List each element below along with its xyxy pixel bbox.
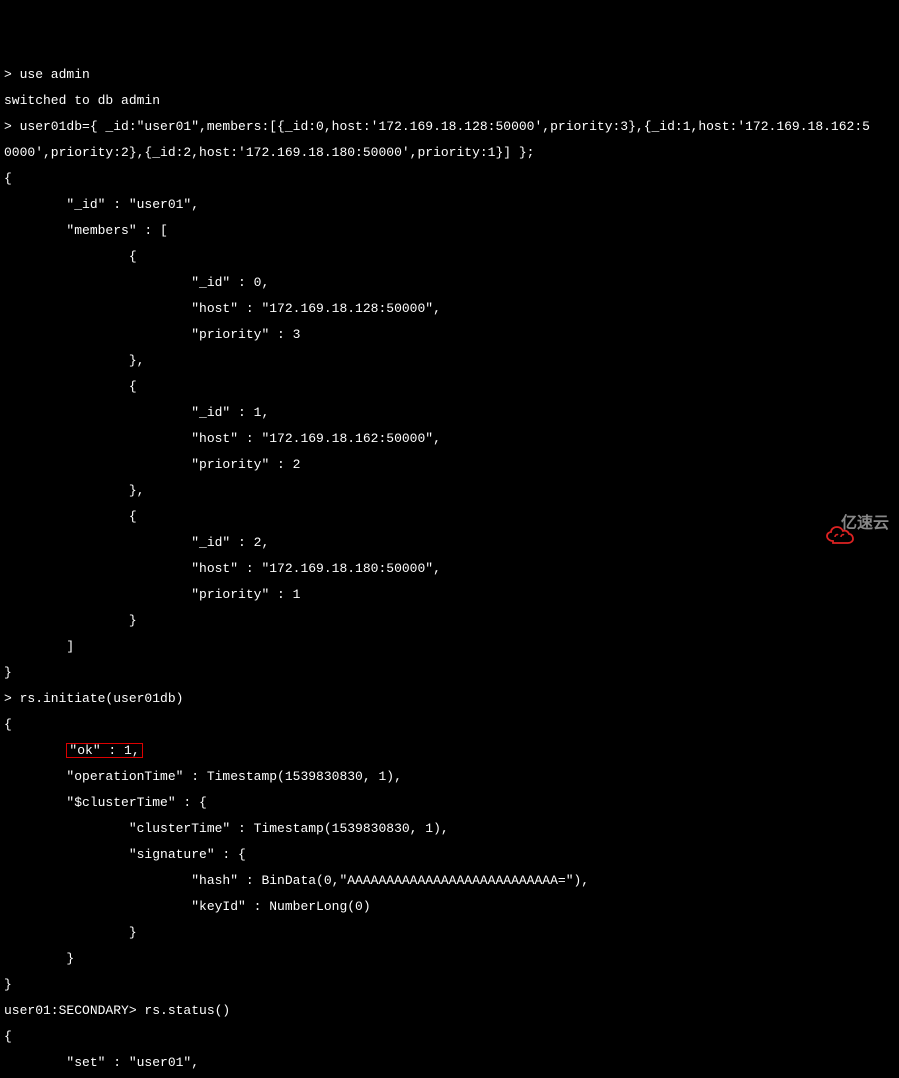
terminal-line: "keyId" : NumberLong(0) xyxy=(4,900,895,913)
terminal-line: > user01db={ _id:"user01",members:[{_id:… xyxy=(4,120,895,133)
terminal-line: { xyxy=(4,380,895,393)
terminal-line: "priority" : 1 xyxy=(4,588,895,601)
highlight-prefix xyxy=(4,743,66,758)
terminal-line: { xyxy=(4,718,895,731)
terminal-line: "_id" : 0, xyxy=(4,276,895,289)
terminal-line: "host" : "172.169.18.162:50000", xyxy=(4,432,895,445)
terminal-line: } xyxy=(4,666,895,679)
terminal-line: "operationTime" : Timestamp(1539830830, … xyxy=(4,770,895,783)
terminal-line: } xyxy=(4,614,895,627)
terminal-line: "priority" : 3 xyxy=(4,328,895,341)
terminal-line: "clusterTime" : Timestamp(1539830830, 1)… xyxy=(4,822,895,835)
terminal-line: switched to db admin xyxy=(4,94,895,107)
terminal-output[interactable]: > use admin switched to db admin > user0… xyxy=(0,52,899,1078)
terminal-line: "_id" : "user01", xyxy=(4,198,895,211)
terminal-line: > use admin xyxy=(4,68,895,81)
terminal-line: ] xyxy=(4,640,895,653)
terminal-line: "hash" : BinData(0,"AAAAAAAAAAAAAAAAAAAA… xyxy=(4,874,895,887)
terminal-line: } xyxy=(4,926,895,939)
terminal-line: 0000',priority:2},{_id:2,host:'172.169.1… xyxy=(4,146,895,159)
terminal-line: } xyxy=(4,952,895,965)
terminal-line: { xyxy=(4,1030,895,1043)
terminal-line: { xyxy=(4,172,895,185)
terminal-line: } xyxy=(4,978,895,991)
terminal-line: "host" : "172.169.18.180:50000", xyxy=(4,562,895,575)
terminal-line: user01:SECONDARY> rs.status() xyxy=(4,1004,895,1017)
terminal-line: "set" : "user01", xyxy=(4,1056,895,1069)
terminal-line: }, xyxy=(4,484,895,497)
terminal-line: > rs.initiate(user01db) xyxy=(4,692,895,705)
terminal-line-highlight: "ok" : 1, xyxy=(4,744,895,757)
cloud-icon xyxy=(807,513,837,533)
terminal-line: }, xyxy=(4,354,895,367)
terminal-line: { xyxy=(4,250,895,263)
terminal-line: "$clusterTime" : { xyxy=(4,796,895,809)
terminal-line: "host" : "172.169.18.128:50000", xyxy=(4,302,895,315)
terminal-line: { xyxy=(4,510,895,523)
watermark-logo: 亿速云 xyxy=(807,513,889,533)
terminal-line: "_id" : 1, xyxy=(4,406,895,419)
terminal-line: "signature" : { xyxy=(4,848,895,861)
ok-status-highlight: "ok" : 1, xyxy=(66,743,142,758)
terminal-line: "_id" : 2, xyxy=(4,536,895,549)
terminal-line: "members" : [ xyxy=(4,224,895,237)
terminal-line: "priority" : 2 xyxy=(4,458,895,471)
